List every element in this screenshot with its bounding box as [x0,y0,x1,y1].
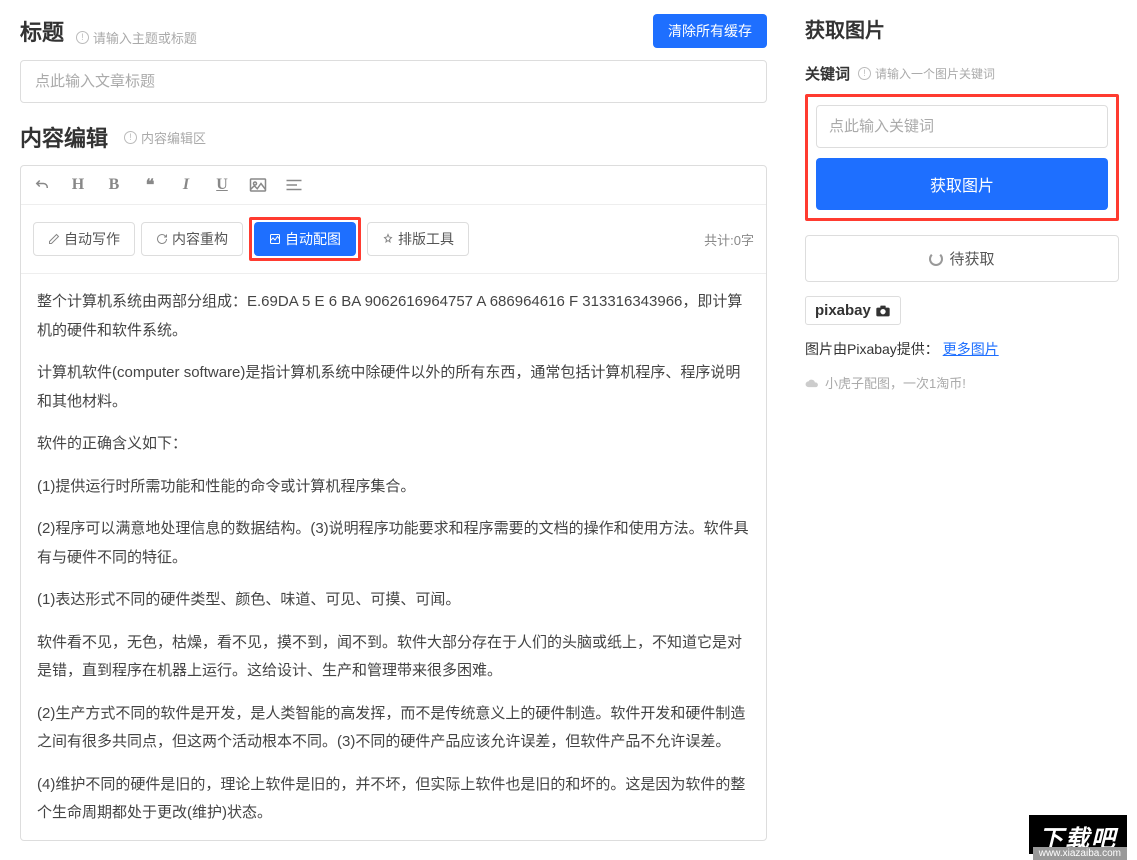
spinner-icon [929,252,943,266]
keyword-label-row: 关键词 ! 请输入一个图片关键词 [805,63,1119,84]
paragraph: (4)维护不同的硬件是旧的，理论上软件是旧的，并不坏，但实际上软件也是旧的和坏的… [37,771,750,828]
paragraph: 软件的正确含义如下： [37,430,750,459]
bold-icon[interactable]: B [105,176,123,194]
underline-icon[interactable]: U [213,176,231,194]
cloud-icon [805,377,819,388]
watermark-url: www.xiazaiba.com [1033,847,1127,860]
align-icon[interactable] [285,176,303,194]
title-label: 标题 [20,20,64,45]
paragraph: (2)程序可以满意地处理信息的数据结构。(3)说明程序功能要求和程序需要的文档的… [37,515,750,572]
sidebar: 获取图片 关键词 ! 请输入一个图片关键词 获取图片 待获取 pixabay 图… [787,0,1137,860]
image-source-line: 图片由Pixabay提供： 更多图片 [805,339,1119,359]
paragraph: (1)表达形式不同的硬件类型、颜色、味道、可见、可摸、可闻。 [37,586,750,615]
clear-cache-button[interactable]: 清除所有缓存 [653,14,767,48]
pixabay-badge: pixabay [805,296,901,325]
keyword-label: 关键词 [805,63,850,84]
keyword-highlight-box: 获取图片 [805,94,1119,221]
quote-icon[interactable]: ❝ [141,176,159,194]
keyword-hint: ! 请输入一个图片关键词 [858,65,995,82]
restructure-button[interactable]: 内容重构 [141,222,243,256]
camera-icon [875,305,891,317]
paragraph: (1)提供运行时所需功能和性能的命令或计算机程序集合。 [37,473,750,502]
paragraph: 软件看不见，无色，枯燥，看不见，摸不到，闻不到。软件大部分存在于人们的头脑或纸上… [37,629,750,686]
more-images-link[interactable]: 更多图片 [943,341,999,357]
sidebar-title: 获取图片 [805,14,1119,43]
editor-content[interactable]: 整个计算机系统由两部分组成：E.69DA 5 E 6 BA 9062616964… [21,274,766,840]
italic-icon[interactable]: I [177,176,195,194]
title-input[interactable] [20,60,767,103]
title-hint: ! 请输入主题或标题 [76,28,197,47]
action-toolbar: 自动写作 内容重构 自动配图 排版工具 共计:0字 [21,205,766,274]
title-header: 标题 ! 请输入主题或标题 清除所有缓存 [20,14,767,48]
undo-icon[interactable] [33,176,51,194]
layout-tool-button[interactable]: 排版工具 [367,222,469,256]
editor: H B ❝ I U 自动写作 内容重构 [20,165,767,841]
word-count: 共计:0字 [704,230,754,249]
paragraph: 计算机软件(computer software)是指计算机系统中除硬件以外的所有… [37,359,750,416]
content-edit-header: 内容编辑 ! 内容编辑区 [20,121,767,153]
keyword-input[interactable] [816,105,1108,148]
info-icon: ! [124,131,137,144]
pending-status: 待获取 [805,235,1119,282]
auto-image-highlight: 自动配图 [249,217,361,261]
sidebar-footer: 小虎子配图，一次1淘币! [805,373,1119,392]
auto-image-button[interactable]: 自动配图 [254,222,356,256]
fetch-image-button[interactable]: 获取图片 [816,158,1108,210]
info-icon: ! [858,67,871,80]
image-icon[interactable] [249,176,267,194]
heading-icon[interactable]: H [69,176,87,194]
content-edit-label: 内容编辑 [20,121,108,153]
paragraph: 整个计算机系统由两部分组成：E.69DA 5 E 6 BA 9062616964… [37,288,750,345]
main-panel: 标题 ! 请输入主题或标题 清除所有缓存 内容编辑 ! 内容编辑区 H [0,0,787,860]
paragraph: (2)生产方式不同的软件是开发，是人类智能的高发挥，而不是传统意义上的硬件制造。… [37,700,750,757]
auto-write-button[interactable]: 自动写作 [33,222,135,256]
content-edit-hint: ! 内容编辑区 [124,128,206,147]
info-icon: ! [76,31,89,44]
editor-toolbar: H B ❝ I U [21,166,766,205]
